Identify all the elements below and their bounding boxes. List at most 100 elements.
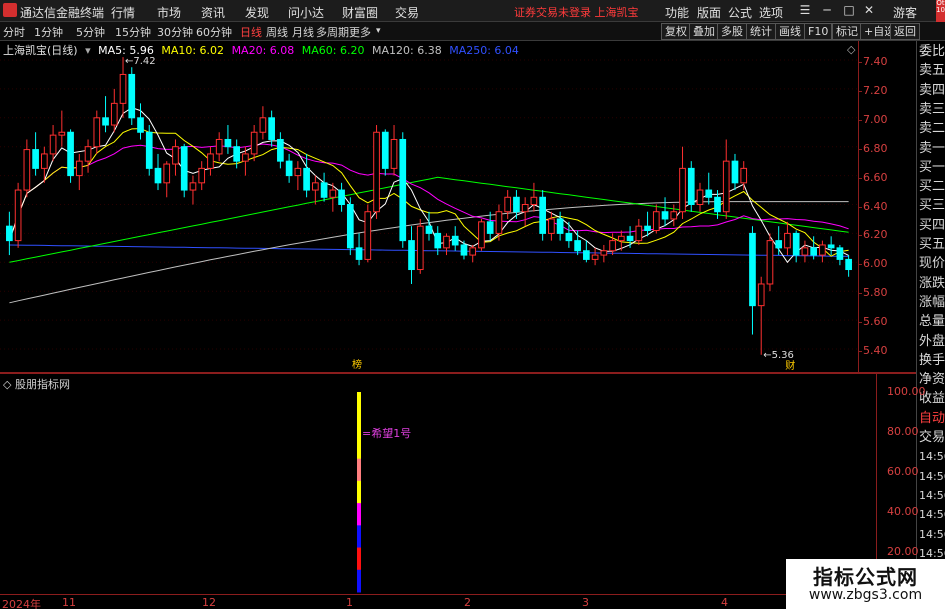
menu-gongshi[interactable]: 公式 — [728, 4, 752, 21]
candle-body — [67, 131, 74, 177]
candle-body — [451, 235, 459, 246]
menu-xuanxiang[interactable]: 选项 — [759, 4, 783, 21]
period-30min[interactable]: 30分钟 — [157, 24, 193, 40]
ma60-label: MA60: 6.20 — [301, 44, 365, 57]
candle-body — [119, 73, 127, 104]
side-item: 交易 — [919, 430, 945, 445]
settings-icon[interactable]: ▾ — [85, 44, 91, 57]
tongji-button[interactable]: 统计 — [746, 23, 776, 40]
period-15min[interactable]: 15分钟 — [115, 24, 151, 40]
maximize-icon[interactable]: □ — [840, 2, 858, 18]
menu-zixun[interactable]: 资讯 — [201, 4, 225, 21]
candle-body — [696, 189, 704, 206]
candle-body — [635, 225, 643, 242]
kline-svg: ←7.42 ←5.36 榜 财 — [0, 56, 858, 372]
candle-body — [163, 163, 171, 184]
candle-body — [75, 160, 83, 177]
menu-banmian[interactable]: 版面 — [697, 4, 721, 21]
period-5min[interactable]: 5分钟 — [76, 24, 105, 40]
date-tick: 12 — [202, 596, 216, 609]
signal-bar-segment — [357, 569, 361, 593]
ma10-label: MA10: 6.02 — [161, 44, 225, 57]
side-item: 14:56 — [919, 488, 945, 502]
huaxian-button[interactable]: 画线 — [775, 23, 805, 40]
ma250-line — [9, 244, 849, 257]
period-multi[interactable]: 多周期 — [316, 24, 349, 40]
collapse-icon[interactable]: ◇ — [847, 43, 855, 56]
guest-label[interactable]: 游客 — [893, 4, 917, 21]
candle-body — [679, 167, 686, 213]
menu-faxian[interactable]: 发现 — [245, 4, 269, 21]
candle-body — [6, 225, 13, 242]
menu-jiaoyi[interactable]: 交易 — [395, 4, 419, 21]
biaoji-button[interactable]: 标记 — [832, 23, 862, 40]
side-item: 14:56 — [919, 508, 945, 522]
kline-chart-area[interactable]: ←7.42 ←5.36 榜 财 — [0, 41, 858, 372]
period-1min[interactable]: 1分钟 — [34, 24, 63, 40]
side-item: 14:56 — [919, 450, 945, 464]
candle-body — [294, 167, 302, 177]
candle-body — [58, 131, 66, 136]
candle-body — [583, 250, 590, 260]
signal-bar-segment — [357, 547, 361, 571]
candle-body — [207, 153, 214, 169]
candle-body — [250, 131, 258, 155]
minimize-icon[interactable]: ─ — [818, 2, 836, 18]
candle-body — [215, 138, 223, 155]
menu-shichang[interactable]: 市场 — [157, 4, 181, 21]
candle-body — [775, 240, 783, 249]
menu-gongneng[interactable]: 功能 — [665, 4, 689, 21]
watermark: 指标公式网 www.zbgs3.com — [786, 559, 945, 609]
close-icon[interactable]: ✕ — [860, 2, 878, 18]
high-price-label: ←7.42 — [125, 56, 156, 67]
period-fenshi[interactable]: 分时 — [3, 24, 25, 40]
period-monthly[interactable]: 月线 — [292, 24, 314, 40]
price-tick: 6.20 — [858, 228, 888, 241]
candle-body — [303, 167, 310, 191]
candle-body — [172, 146, 179, 165]
date-tick: 2024年 — [2, 598, 41, 609]
period-60min[interactable]: 60分钟 — [196, 24, 232, 40]
ma120-label: MA120: 6.38 — [372, 44, 442, 57]
price-tick: 7.20 — [858, 84, 888, 97]
period-weekly[interactable]: 周线 — [266, 24, 288, 40]
date-tick: 3 — [582, 596, 589, 609]
date-tick: 2 — [464, 596, 471, 609]
more-dropdown-icon[interactable]: ▾ — [376, 26, 381, 36]
candle-body — [32, 149, 39, 169]
app-logo-icon — [3, 3, 17, 17]
candle-body — [399, 138, 407, 242]
candle-body — [189, 182, 197, 191]
candle-body — [180, 146, 188, 191]
candle-body — [513, 196, 520, 213]
menu-wenxiaoda[interactable]: 问小达 — [288, 4, 324, 21]
ma-info-line: 上海凯宝(日线) ▾ MA5: 5.96 MA10: 6.02 MA20: 6.… — [3, 42, 523, 57]
skin-icon[interactable]: ☰ — [796, 2, 814, 18]
menu-caifuquan[interactable]: 财富圈 — [342, 4, 378, 21]
candle-body — [792, 232, 800, 256]
candle-body — [460, 244, 468, 256]
watermark-url: www.zbgs3.com — [808, 587, 923, 603]
candle-body — [722, 160, 730, 213]
ind-tick: 100.00 — [887, 385, 926, 398]
candle-body — [766, 240, 774, 285]
fuquan-button[interactable]: 复权 — [661, 23, 691, 40]
menu-hangqing[interactable]: 行情 — [111, 4, 135, 21]
period-more[interactable]: 更多 — [349, 24, 371, 40]
side-item: 卖五 — [919, 63, 945, 79]
duogu-button[interactable]: 多股 — [717, 23, 747, 40]
diejia-button[interactable]: 叠加 — [689, 23, 719, 40]
signal-bar-segment — [357, 392, 361, 415]
candle-body — [609, 240, 616, 252]
side-item: 14:56 — [919, 527, 945, 541]
side-item: 涨跌 — [919, 275, 945, 291]
back-button[interactable]: 返回 — [890, 23, 920, 40]
candle-body — [705, 189, 713, 198]
indicator-signal-label: =希望1号 — [362, 427, 412, 440]
f10-button[interactable]: F10 — [804, 23, 833, 40]
price-tick: 7.00 — [858, 113, 888, 126]
candle-body — [390, 138, 398, 169]
price-tick: 5.60 — [858, 315, 888, 328]
candle-body — [338, 189, 345, 206]
period-daily[interactable]: 日线 — [240, 24, 262, 40]
